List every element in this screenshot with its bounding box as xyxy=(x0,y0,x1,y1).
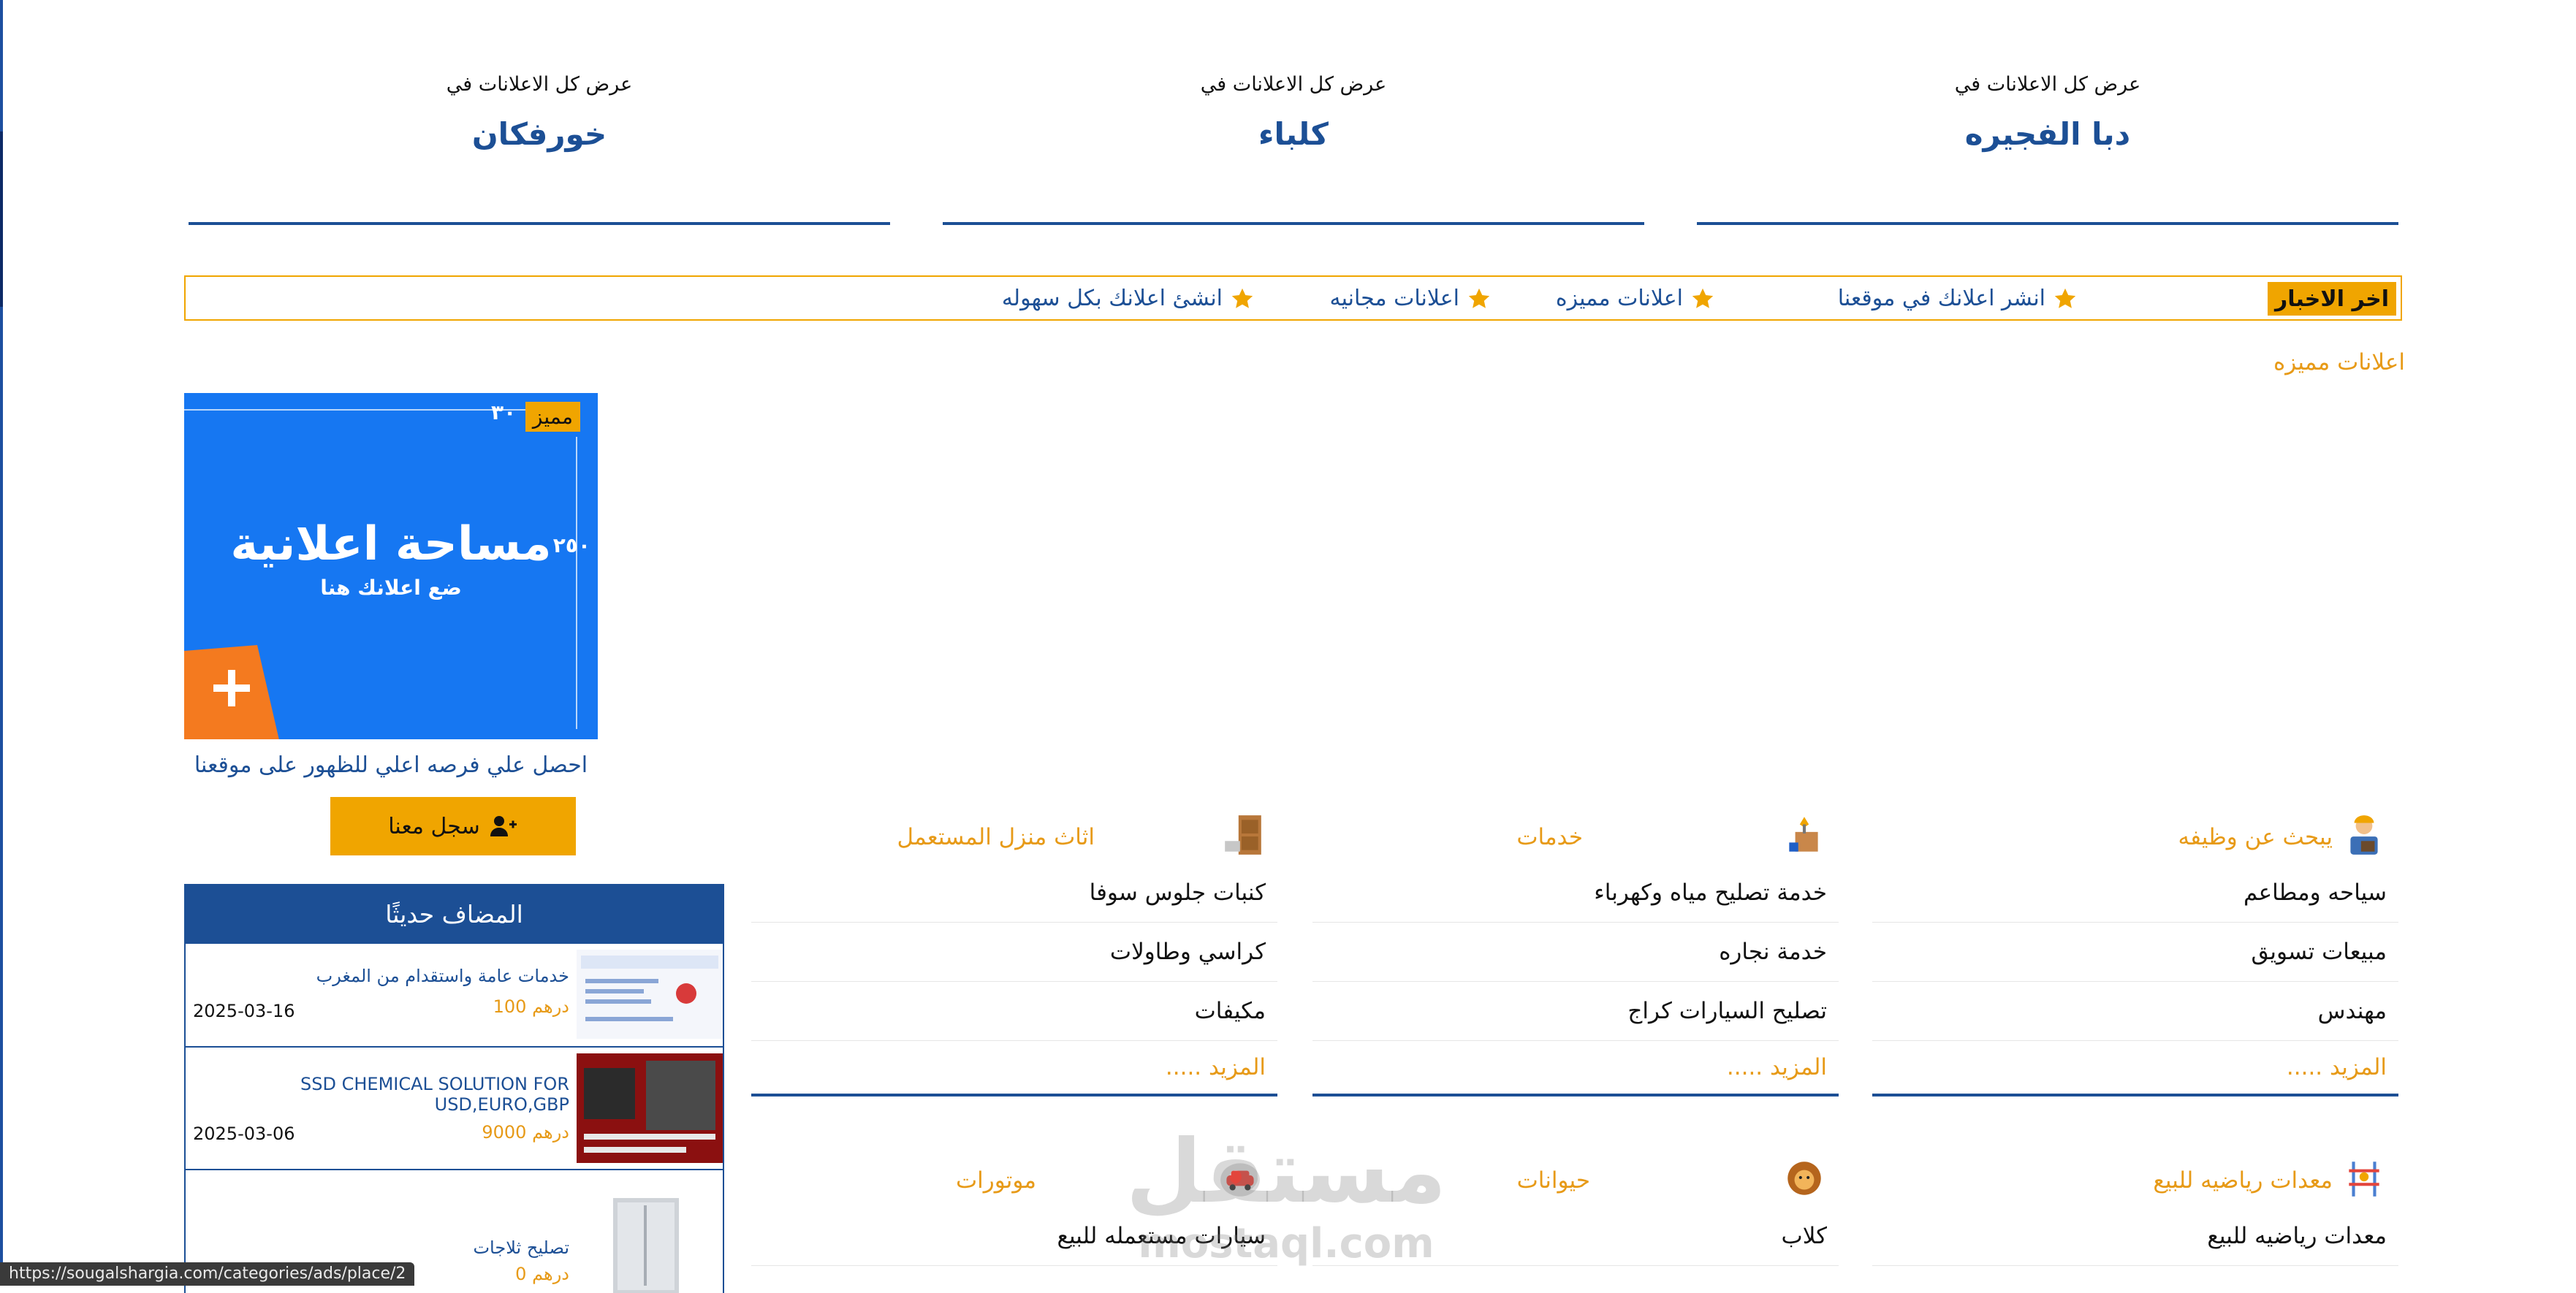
category-title[interactable]: معدات رياضيه للبيع xyxy=(2153,1167,2333,1194)
category-motors: موتورات سيارات مستعمله للبيع xyxy=(751,1156,1277,1266)
ticker-item[interactable]: انشر اعلانك في موقعنا xyxy=(1838,286,2078,311)
listing-price: درهم 0 xyxy=(515,1264,569,1284)
list-item[interactable]: خدمات عامة واستقدام من المغرب درهم 100 2… xyxy=(186,944,723,1048)
listing-thumbnail xyxy=(577,950,723,1039)
divider xyxy=(1312,1094,1839,1096)
recently-added-title: المضاف حديثًا xyxy=(186,884,723,944)
status-bar-url: https://sougalshargia.com/categories/ads… xyxy=(0,1262,415,1286)
ticker-item-label: انشر اعلانك في موقعنا xyxy=(1837,286,2045,311)
category-services: خدمات خدمة تصليح مياه وكهرباء خدمة نجاره… xyxy=(1312,812,1839,1096)
ad-caption: احصل علي فرصه اعلي للظهور على موقعنا xyxy=(194,752,588,778)
star-icon xyxy=(1692,288,1714,308)
divider xyxy=(943,222,1644,225)
category-title[interactable]: خدمات xyxy=(1516,824,1583,850)
listing-price: درهم 100 xyxy=(493,996,569,1017)
more-link[interactable]: المزيد ..... xyxy=(1872,1041,2398,1094)
ad-headline: مساحة اعلانية xyxy=(230,517,552,571)
category-animals: حيوانات كلاب xyxy=(1312,1156,1839,1266)
star-icon xyxy=(1468,288,1490,308)
ticker-item[interactable]: اعلانات مجانيه xyxy=(1330,286,1492,311)
window-edge xyxy=(0,0,3,1286)
city-name[interactable]: كلباء xyxy=(943,116,1644,152)
category-title[interactable]: حيوانات xyxy=(1517,1167,1590,1194)
ad-subline: ضع اعلانك هنا xyxy=(320,576,462,600)
category-link[interactable]: مهندس xyxy=(1872,982,2398,1041)
ticker-label: اخر الاخبار xyxy=(2268,282,2396,316)
star-icon xyxy=(1231,288,1253,308)
listing-date: 2025-03-16 xyxy=(193,1001,295,1021)
category-title[interactable]: يبحث عن وظيفه xyxy=(2178,824,2333,850)
category-link[interactable]: خدمة نجاره xyxy=(1312,923,1839,982)
gym-icon xyxy=(2349,1162,2379,1197)
listing-thumbnail xyxy=(577,1176,723,1293)
category-link[interactable]: مكيفات xyxy=(751,982,1277,1041)
plus-icon xyxy=(184,645,279,739)
category-link[interactable]: معدات رياضيه للبيع xyxy=(1872,1207,2398,1266)
category-link[interactable]: سياحه ومطاعم xyxy=(1872,863,2398,923)
worker-icon xyxy=(2350,815,2378,855)
category-link[interactable]: تصليح السيارات كراج xyxy=(1312,982,1839,1041)
add-user-icon xyxy=(490,816,517,836)
ticker-item-label: اعلانات مميزه xyxy=(1555,286,1683,311)
category-link[interactable]: سيارات مستعمله للبيع xyxy=(751,1207,1277,1266)
star-icon xyxy=(2054,288,2076,308)
category-link[interactable]: كنبات جلوس سوفا xyxy=(751,863,1277,923)
listing-thumbnail xyxy=(577,1053,723,1163)
news-ticker: اخر الاخبار انشر اعلانك في موقعنا اعلانا… xyxy=(184,275,2402,321)
category-link[interactable]: كلاب xyxy=(1312,1207,1839,1266)
category-link[interactable]: كراسي وطاولات xyxy=(751,923,1277,982)
city-card-dibba[interactable]: عرض كل الاعلانات في دبا الفجيره xyxy=(1697,73,2398,225)
city-name[interactable]: دبا الفجيره xyxy=(1697,116,2398,152)
listing-title[interactable]: خدمات عامة واستقدام من المغرب xyxy=(292,966,569,986)
divider xyxy=(751,1094,1277,1096)
register-button[interactable]: سجل معنا xyxy=(330,797,576,855)
category-title[interactable]: موتورات xyxy=(956,1167,1036,1194)
services-icon xyxy=(1789,817,1818,852)
category-furniture: اثاث منزل المستعمل كنبات جلوس سوفا كراسي… xyxy=(751,812,1277,1096)
listing-title[interactable]: تصليح ثلاجات xyxy=(292,1237,569,1258)
city-caption: عرض كل الاعلانات في xyxy=(446,73,633,96)
category-title[interactable]: اثاث منزل المستعمل xyxy=(897,824,1095,850)
category-link[interactable]: مبيعات تسويق xyxy=(1872,923,2398,982)
recently-added-panel: المضاف حديثًا خدمات عامة واستقدام من الم… xyxy=(184,884,724,1293)
divider xyxy=(1697,222,2398,225)
city-caption: عرض كل الاعلانات في xyxy=(1200,73,1387,96)
featured-ad-banner[interactable]: مميز ٣٠ ٢٥٠ مساحة اعلانية ضع اعلانك هنا xyxy=(184,393,598,739)
city-card-kalba[interactable]: عرض كل الاعلانات في كلباء xyxy=(943,73,1644,225)
ticker-item[interactable]: اعلانات مميزه xyxy=(1556,286,1715,311)
city-card-khorfakkan[interactable]: عرض كل الاعلانات في خورفكان xyxy=(189,73,890,225)
city-name[interactable]: خورفكان xyxy=(189,116,890,152)
divider xyxy=(189,222,890,225)
featured-badge: مميز xyxy=(525,402,580,432)
city-caption: عرض كل الاعلانات في xyxy=(1954,73,2141,96)
car-icon xyxy=(1220,1163,1260,1197)
featured-ads-title: اعلانات مميزه xyxy=(2273,349,2405,375)
listing-price: درهم 9000 xyxy=(482,1122,569,1143)
listing-date: 2025-03-06 xyxy=(193,1124,295,1144)
register-label: سجل معنا xyxy=(388,813,480,839)
category-link[interactable]: خدمة تصليح مياه وكهرباء xyxy=(1312,863,1839,923)
more-link[interactable]: المزيد ..... xyxy=(1312,1041,1839,1094)
more-link[interactable]: المزيد ..... xyxy=(751,1041,1277,1094)
ticker-item-label: اعلانات مجانيه xyxy=(1329,286,1459,311)
listing-title[interactable]: SSD CHEMICAL SOLUTION FOR USD,EURO,GBP xyxy=(292,1074,569,1115)
ad-number: ٣٠ xyxy=(491,400,517,424)
list-item[interactable]: SSD CHEMICAL SOLUTION FOR USD,EURO,GBP د… xyxy=(186,1048,723,1170)
furniture-icon xyxy=(1225,815,1261,855)
ticker-item-label: انشئ اعلانك بكل سهوله xyxy=(1001,286,1223,311)
lion-icon xyxy=(1787,1162,1821,1195)
divider xyxy=(1872,1094,2398,1096)
category-jobs: يبحث عن وظيفه سياحه ومطاعم مبيعات تسويق … xyxy=(1872,812,2398,1096)
category-sports-equipment: معدات رياضيه للبيع معدات رياضيه للبيع xyxy=(1872,1156,2398,1266)
ticker-item[interactable]: انشئ اعلانك بكل سهوله xyxy=(1002,286,1255,311)
